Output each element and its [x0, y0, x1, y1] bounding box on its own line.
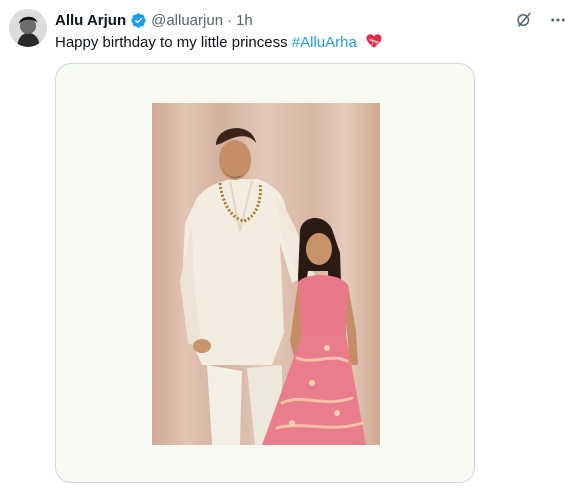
avatar[interactable] [9, 9, 47, 47]
separator: · [227, 11, 233, 29]
heart-with-ribbon-icon [365, 32, 383, 56]
tweet-text-body: Happy birthday to my little princess [55, 34, 288, 51]
author-handle[interactable]: @alluarjun [151, 12, 223, 29]
verified-badge-icon [130, 12, 147, 29]
timestamp[interactable]: 1h [236, 12, 253, 29]
tweet-text: Happy birthday to my little princess #Al… [55, 32, 383, 56]
avatar-image [9, 9, 47, 47]
tweet-tools [514, 10, 568, 30]
more-icon[interactable] [548, 10, 568, 30]
tweet-photo[interactable] [152, 103, 380, 445]
hashtag-link[interactable]: #AlluArha [292, 34, 357, 51]
grok-icon[interactable] [514, 10, 534, 30]
author-name[interactable]: Allu Arjun [55, 12, 126, 29]
media-card[interactable] [55, 63, 475, 483]
tweet-header: Allu Arjun @alluarjun · 1h [55, 10, 520, 30]
